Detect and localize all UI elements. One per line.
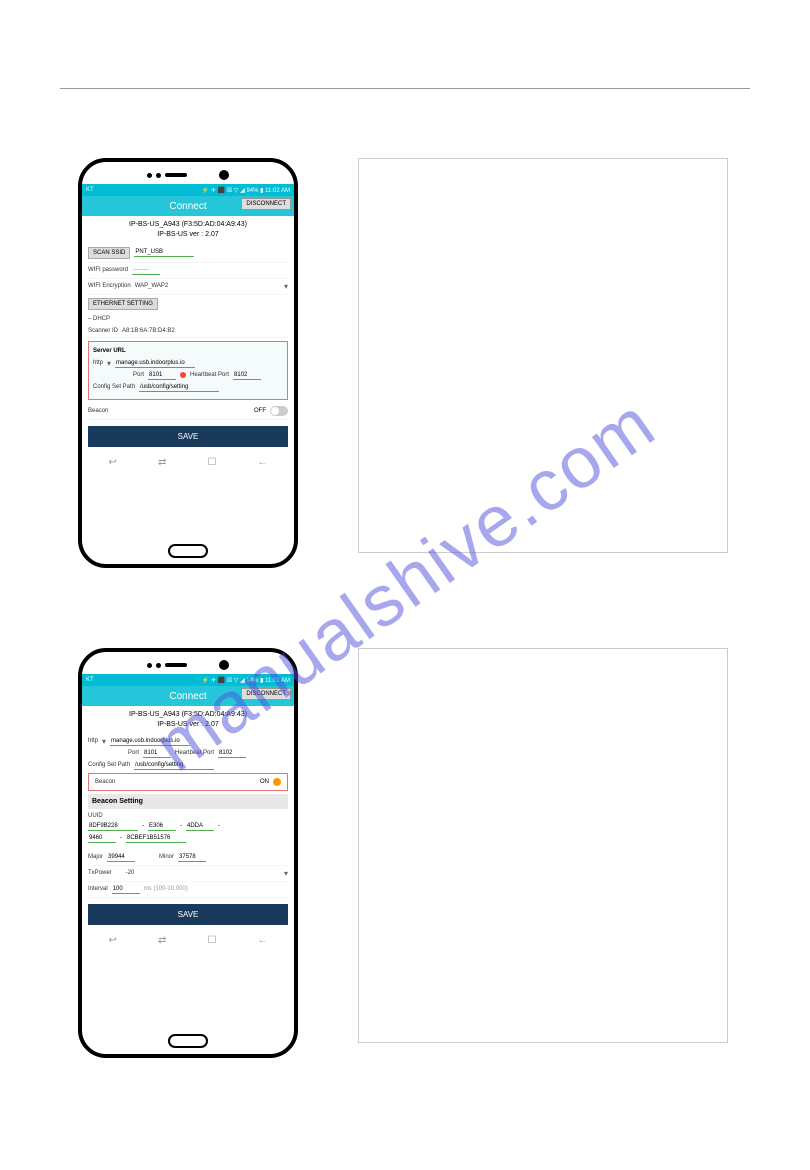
major-input[interactable]: 39944 [107,853,135,862]
heartbeat-port-input[interactable]: 8102 [233,371,261,380]
carrier-label: KT [86,677,94,683]
scanner-id-value: A8:1B:6A:7B:D4:B2 [122,328,175,334]
protocol-select[interactable]: http [93,360,103,366]
ssid-input[interactable]: PNT_USB [134,248,194,257]
uuid-4-input[interactable]: 9460 [88,834,116,843]
nav-home-icon[interactable]: ☐ [207,457,216,468]
txpower-label: TxPower [88,870,112,876]
config-path-label: Config Set Path [93,384,135,390]
uuid-3-input[interactable]: 4DDA [186,822,214,831]
device-info: IP-BS-US_A943 (F3:5D:AD:04:A9:43) IP-BS-… [82,706,294,734]
uuid-1-input[interactable]: 8DF9B228 [88,822,138,831]
app-title: Connect [169,201,206,212]
minor-input[interactable]: 37578 [178,853,206,862]
server-input[interactable]: manage.usb.indoorplus.io [110,737,190,746]
phone-mockup-2: KT ⚡ ✈ ⬛ ☒ ▽ ◢ 94% ▮ 11:02 AM Connect DI… [78,648,298,1058]
wifi-password-label: WIFI password [88,267,128,273]
beacon-toggle-on[interactable] [273,778,281,786]
heartbeat-port-label: Heartbeat Port [190,372,229,378]
nav-home-icon[interactable]: ☐ [207,935,216,946]
uuid-2-input[interactable]: E306 [148,822,176,831]
ethernet-setting-button[interactable]: ETHERNET SETTING [88,298,158,310]
server-input[interactable]: manage.usb.indoorplus.io [115,359,195,368]
description-box-2 [358,648,728,1043]
scan-ssid-button[interactable]: SCAN SSID [88,247,130,259]
interval-input[interactable]: 100 [112,885,140,894]
major-label: Major [88,854,103,860]
nav-return-icon[interactable]: ← [257,457,267,468]
dhcp-label: – DHCP [88,316,110,322]
app-title: Connect [169,691,206,702]
scanner-id-label: Scanner ID [88,328,118,334]
carrier-label: KT [86,187,94,193]
config-path-input[interactable]: /usb/config/setting [134,761,214,770]
nav-back-icon[interactable]: ↩ [109,935,117,946]
wifi-encryption-value[interactable]: WAP_WAP2 [135,283,169,289]
nav-recent-icon[interactable]: ⇄ [158,935,166,946]
description-box-1 [358,158,728,553]
beacon-toggle[interactable] [270,406,288,416]
heartbeat-port-input[interactable]: 8102 [218,749,246,758]
chevron-down-icon[interactable]: ▾ [284,282,288,291]
txpower-value[interactable]: -20 [126,870,135,876]
home-button[interactable] [168,544,208,558]
wifi-password-input[interactable]: ········ [132,266,160,275]
nav-return-icon[interactable]: ← [257,935,267,946]
save-button[interactable]: SAVE [88,904,288,925]
chevron-down-icon[interactable]: ▾ [107,359,111,368]
home-button[interactable] [168,1034,208,1048]
beacon-setting-header: Beacon Setting [88,794,288,809]
heartbeat-port-label: Heartbeat Port [175,750,214,756]
phone-mockup-1: KT ⚡ ✈ ⬛ ☒ ▽ ◢ 94% ▮ 11:02 AM Connect DI… [78,158,298,568]
uuid-label: UUID [88,813,288,819]
port-input[interactable]: 8101 [143,749,171,758]
chevron-down-icon[interactable]: ▾ [102,737,106,746]
protocol-select[interactable]: http [88,738,98,744]
status-bar: KT ⚡ ✈ ⬛ ☒ ▽ ◢ 94% ▮ 11:02 AM [82,184,294,196]
save-button[interactable]: SAVE [88,426,288,447]
nav-back-icon[interactable]: ↩ [109,457,117,468]
interval-hint: ms (100-10,000) [144,886,188,892]
disconnect-button[interactable]: DISCONNECT [241,198,291,210]
beacon-state: OFF [254,408,266,414]
server-url-section: Server URL http ▾ manage.usb.indoorplus.… [88,341,288,400]
nav-recent-icon[interactable]: ⇄ [158,457,166,468]
disconnect-button[interactable]: DISCONNECT [241,688,291,700]
beacon-label: Beacon [88,408,108,414]
wifi-encryption-label: WIFI Encryption [88,283,131,289]
config-path-input[interactable]: /usb/config/setting [139,383,219,392]
port-label: Port [128,750,139,756]
device-info: IP-BS-US_A943 (F3:5D:AD:04:A9:43) IP-BS-… [82,216,294,244]
status-dot-icon [180,372,186,378]
status-bar: KT ⚡ ✈ ⬛ ☒ ▽ ◢ 94% ▮ 11:02 AM [82,674,294,686]
status-icons: ⚡ ✈ ⬛ ☒ ▽ ◢ 94% ▮ 11:02 AM [202,677,290,684]
beacon-state: ON [260,779,269,785]
port-label: Port [133,372,144,378]
server-url-label: Server URL [93,346,283,356]
beacon-label: Beacon [95,779,115,785]
uuid-5-input[interactable]: 8CBEF1B51576 [126,834,186,843]
config-path-label: Config Set Path [88,762,130,768]
minor-label: Minor [159,854,174,860]
beacon-row: Beacon ON [88,773,288,791]
status-icons: ⚡ ✈ ⬛ ☒ ▽ ◢ 94% ▮ 11:02 AM [202,187,290,194]
port-input[interactable]: 8101 [148,371,176,380]
chevron-down-icon[interactable]: ▾ [284,869,288,878]
interval-label: Interval [88,886,108,892]
